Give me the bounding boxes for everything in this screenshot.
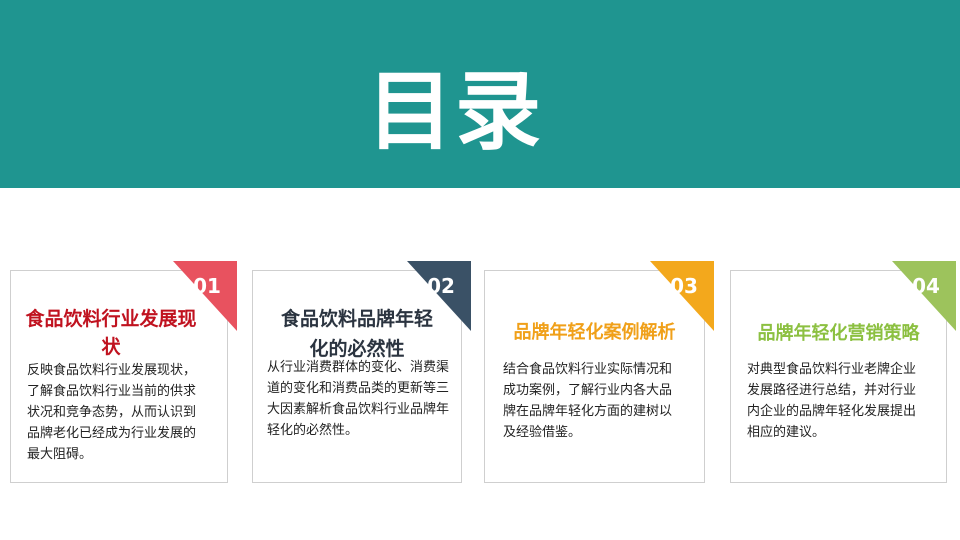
card-02-title: 食品饮料品牌年轻化的必然性 <box>280 308 433 360</box>
card-04-title: 品牌年轻化营销策略 <box>757 323 920 344</box>
card-02-number: 02 <box>427 274 455 298</box>
card-04-number: 04 <box>912 274 940 298</box>
header-banner: 目录 <box>0 0 960 188</box>
card-04-description: 对典型食品饮料行业老牌企业发展路径进行总结，并对行业内企业的品牌年轻化发展提出相… <box>747 362 917 440</box>
card-03-description: 结合食品饮料行业实际情况和成功案例，了解行业内各大品牌在品牌年轻化方面的建树以及… <box>503 362 673 440</box>
card-03: 03 品牌年轻化案例解析 结合食品饮料行业实际情况和成功案例，了解行业内各大品牌… <box>484 261 714 483</box>
card-02: 02 食品饮料品牌年轻化的必然性 从行业消费群体的变化、消费渠道的变化和消费品类… <box>252 261 471 483</box>
card-01-description: 反映食品饮料行业发展现状，了解食品饮料行业当前的供求状况和竞争态势，从而认识到品… <box>27 363 197 462</box>
card-03-title: 品牌年轻化案例解析 <box>513 322 676 343</box>
card-03-number: 03 <box>670 274 698 298</box>
slide-title: 目录 <box>367 62 543 162</box>
card-02-description: 从行业消费群体的变化、消费渠道的变化和消费品类的更新等三大因素解析食品饮料行业品… <box>267 360 450 438</box>
card-01-title: 食品饮料行业发展现状 <box>25 308 197 358</box>
card-01-number: 01 <box>193 274 221 298</box>
card-01: 01 食品饮料行业发展现状 反映食品饮料行业发展现状，了解食品饮料行业当前的供求… <box>10 261 237 483</box>
card-04: 04 品牌年轻化营销策略 对典型食品饮料行业老牌企业发展路径进行总结，并对行业内… <box>730 261 956 483</box>
